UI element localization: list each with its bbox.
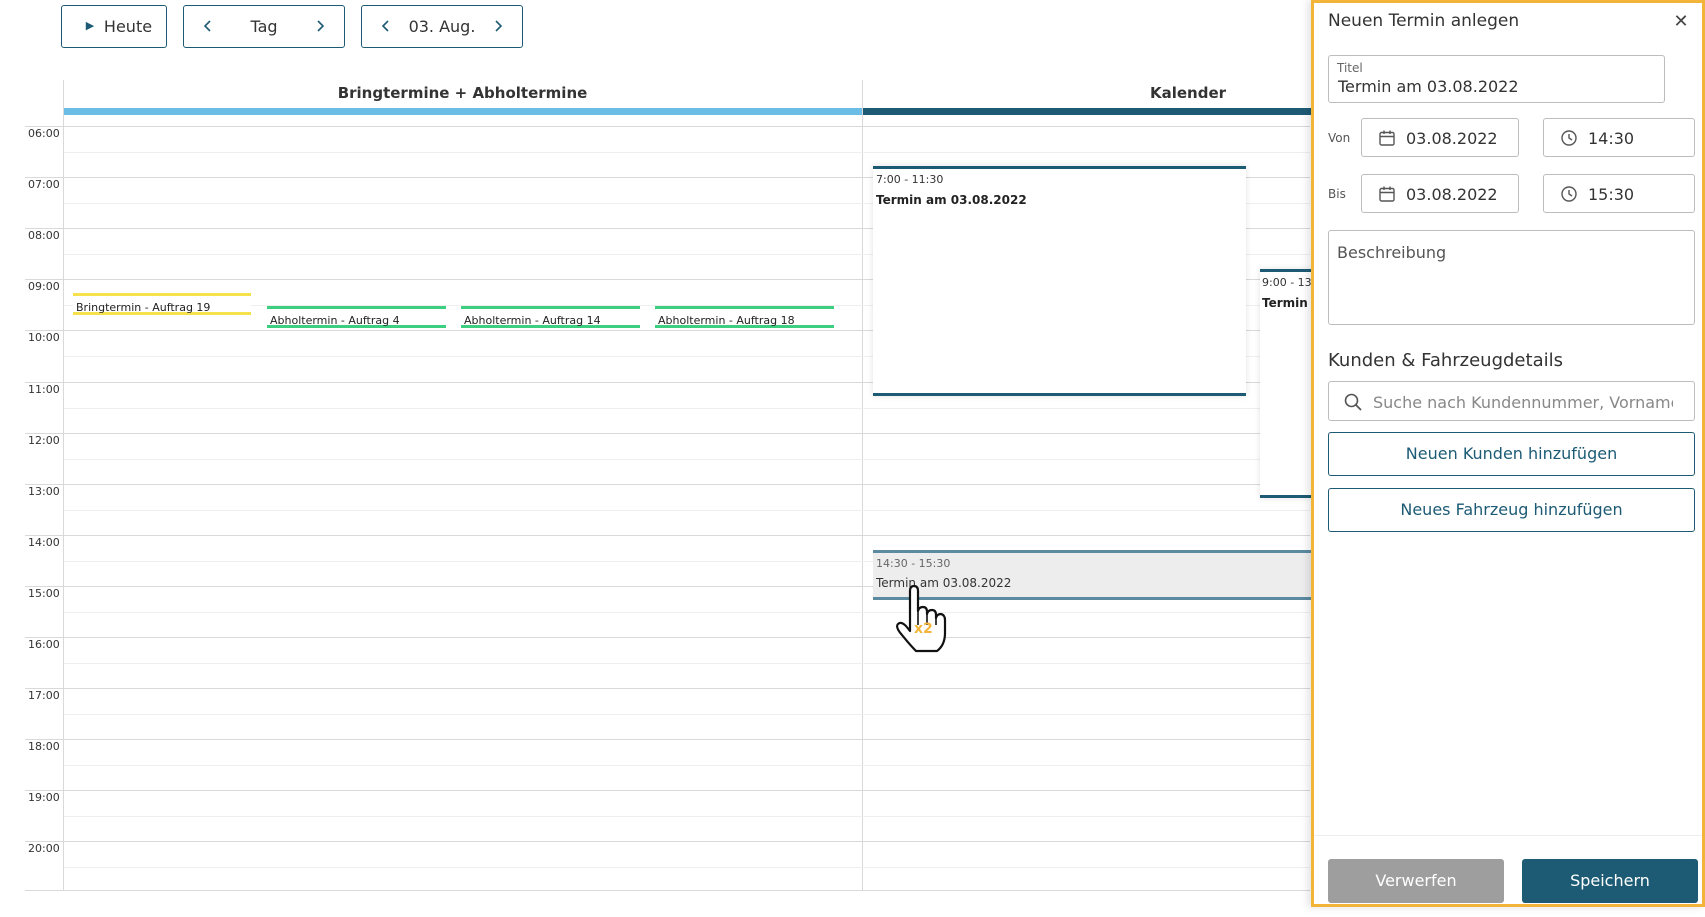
close-icon[interactable]: ✕ — [1672, 13, 1690, 31]
hour-line — [25, 433, 1310, 434]
save-button[interactable]: Speichern — [1522, 859, 1698, 903]
time-label: 14:00 — [28, 536, 60, 549]
today-button[interactable]: ▶ Heute — [61, 5, 167, 48]
bringtermin-chip[interactable]: Bringtermin - Auftrag 19 — [73, 293, 251, 315]
half-hour-line — [64, 663, 1310, 664]
to-label: Bis — [1328, 187, 1346, 201]
column-bar-bring-abhol — [64, 108, 862, 115]
column-header-bring-abhol: Bringtermine + Abholtermine — [337, 84, 588, 102]
clock-icon — [1560, 129, 1578, 147]
time-label: 10:00 — [28, 331, 60, 344]
time-label: 17:00 — [28, 689, 60, 702]
clock-icon — [1560, 185, 1578, 203]
half-hour-line — [64, 612, 1310, 613]
column-divider — [862, 80, 863, 890]
add-vehicle-button[interactable]: Neues Fahrzeug hinzufügen — [1328, 488, 1695, 532]
chevron-right-icon[interactable] — [312, 18, 328, 34]
hour-line — [25, 739, 1310, 740]
time-label: 19:00 — [28, 791, 60, 804]
hour-line — [25, 841, 1310, 842]
event-title: Termin am 03.08.2022 — [876, 193, 1027, 207]
today-button-label: Heute — [103, 17, 153, 36]
time-label: 06:00 — [28, 127, 60, 140]
abholtermin-chip[interactable]: Abholtermin - Auftrag 18 — [655, 306, 834, 328]
from-time-value: 14:30 — [1588, 129, 1635, 148]
new-appointment-panel: Neuen Termin anlegen ✕ Titel Termin am 0… — [1311, 0, 1705, 907]
customer-search-field[interactable] — [1328, 381, 1695, 421]
chip-label: Abholtermin - Auftrag 18 — [658, 314, 795, 327]
hour-line — [25, 688, 1310, 689]
half-hour-line — [64, 459, 1310, 460]
to-date-field[interactable]: 03.08.2022 — [1361, 174, 1519, 213]
description-placeholder: Beschreibung — [1337, 243, 1447, 262]
chip-label: Abholtermin - Auftrag 4 — [270, 314, 400, 327]
time-label: 12:00 — [28, 434, 60, 447]
hour-line — [25, 126, 1310, 127]
view-selector[interactable]: Tag — [183, 5, 345, 48]
discard-button[interactable]: Verwerfen — [1328, 859, 1504, 903]
chevron-right-icon[interactable] — [490, 18, 506, 34]
search-icon — [1343, 392, 1363, 412]
time-label: 07:00 — [28, 178, 60, 191]
time-label: 13:00 — [28, 485, 60, 498]
event-title: Termin a — [1262, 296, 1311, 310]
customer-vehicle-section-title: Kunden & Fahrzeugdetails — [1328, 350, 1563, 371]
calendar-icon — [1378, 185, 1396, 203]
hour-line — [25, 790, 1310, 791]
to-time-field[interactable]: 15:30 — [1543, 174, 1695, 213]
hour-line — [25, 484, 1310, 485]
hour-line — [25, 637, 1310, 638]
abholtermin-chip[interactable]: Abholtermin - Auftrag 14 — [461, 306, 640, 328]
half-hour-line — [64, 408, 1310, 409]
from-time-field[interactable]: 14:30 — [1543, 118, 1695, 157]
title-field-label: Titel — [1337, 61, 1363, 75]
chip-label: Bringtermin - Auftrag 19 — [76, 301, 211, 314]
time-label: 18:00 — [28, 740, 60, 753]
title-field-value: Termin am 03.08.2022 — [1338, 77, 1519, 96]
column-divider — [63, 80, 64, 890]
title-field[interactable]: Titel Termin am 03.08.2022 — [1328, 55, 1665, 103]
time-label: 20:00 — [28, 842, 60, 855]
event-time: 9:00 - 13 — [1262, 276, 1311, 289]
half-hour-line — [64, 765, 1310, 766]
hand-cursor-icon: x2 — [892, 584, 950, 655]
calendar-event[interactable]: 7:00 - 11:30 Termin am 03.08.2022 — [873, 166, 1246, 396]
hour-line — [25, 535, 1310, 536]
half-hour-line — [64, 714, 1310, 715]
half-hour-line — [64, 152, 1310, 153]
add-customer-button[interactable]: Neuen Kunden hinzufügen — [1328, 432, 1695, 476]
time-label: 09:00 — [28, 280, 60, 293]
from-date-value: 03.08.2022 — [1406, 129, 1498, 148]
event-time: 7:00 - 11:30 — [876, 173, 944, 186]
half-hour-line — [64, 867, 1310, 868]
customer-search-input[interactable] — [1373, 390, 1673, 414]
half-hour-line — [64, 816, 1310, 817]
time-label: 15:00 — [28, 587, 60, 600]
panel-title: Neuen Termin anlegen — [1328, 11, 1520, 31]
column-bar-kalender — [863, 108, 1311, 115]
calendar-icon — [1378, 129, 1396, 147]
panel-footer-divider — [1314, 835, 1702, 836]
from-label: Von — [1328, 131, 1351, 145]
half-hour-line — [64, 510, 1310, 511]
to-time-value: 15:30 — [1588, 185, 1635, 204]
abholtermin-chip[interactable]: Abholtermin - Auftrag 4 — [267, 306, 446, 328]
event-time: 14:30 - 15:30 — [876, 557, 951, 570]
from-date-field[interactable]: 03.08.2022 — [1361, 118, 1519, 157]
description-textarea[interactable]: Beschreibung — [1328, 230, 1695, 325]
time-label: 11:00 — [28, 383, 60, 396]
time-label: 08:00 — [28, 229, 60, 242]
cursor-badge: x2 — [914, 621, 933, 637]
grid-bottom-line — [25, 890, 1310, 891]
chip-label: Abholtermin - Auftrag 14 — [464, 314, 601, 327]
to-date-value: 03.08.2022 — [1406, 185, 1498, 204]
date-selector[interactable]: 03. Aug. — [361, 5, 523, 48]
time-label: 16:00 — [28, 638, 60, 651]
calendar-event[interactable]: 9:00 - 13 Termin a — [1260, 269, 1311, 498]
